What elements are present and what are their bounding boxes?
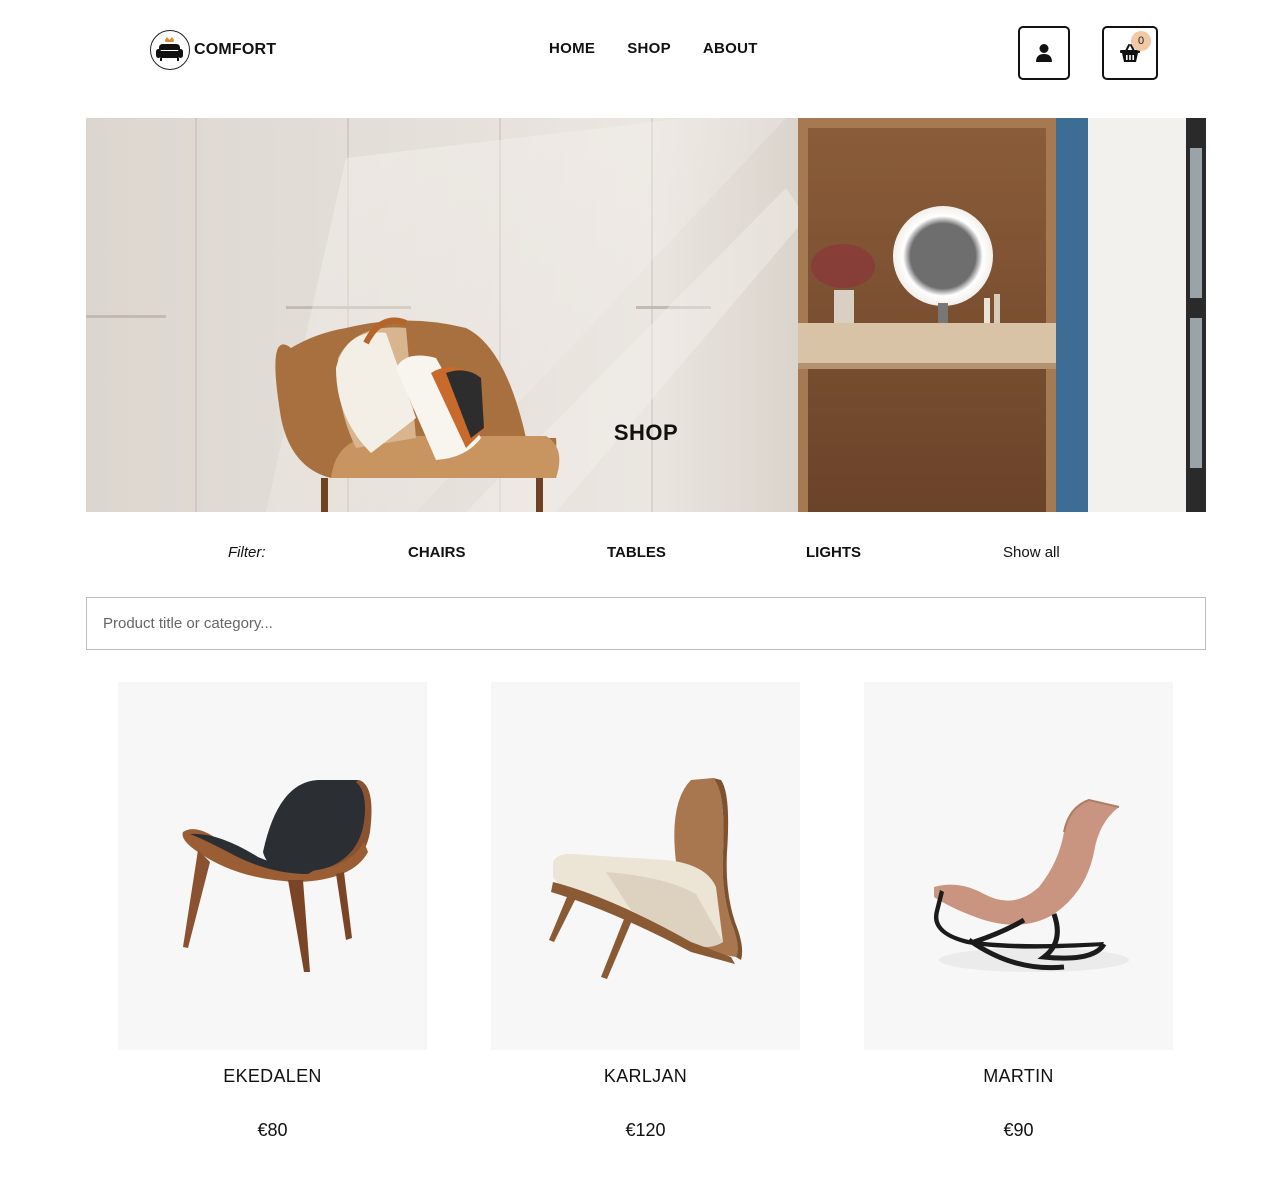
product-name[interactable]: KARLJAN — [491, 1066, 800, 1087]
main-nav: HOME SHOP ABOUT — [549, 40, 758, 57]
product-card[interactable]: EKEDALEN €80 — [118, 682, 427, 1140]
user-icon — [1036, 44, 1052, 62]
site-header: COMFORT HOME SHOP ABOUT 0 — [0, 0, 1287, 100]
nav-about[interactable]: ABOUT — [703, 40, 758, 57]
chair-image — [182, 780, 372, 972]
filter-chairs[interactable]: CHAIRS — [408, 544, 466, 561]
nav-home[interactable]: HOME — [549, 40, 595, 57]
product-name[interactable]: EKEDALEN — [118, 1066, 427, 1087]
filter-show-all[interactable]: Show all — [1003, 544, 1060, 561]
brand-name: COMFORT — [194, 41, 277, 58]
chair-image — [549, 778, 743, 979]
product-price: €120 — [625, 1120, 666, 1140]
product-name[interactable]: MARTIN — [864, 1066, 1173, 1087]
nav-shop[interactable]: SHOP — [627, 40, 671, 57]
armchair-crown-icon — [150, 30, 190, 70]
chair-image — [933, 798, 1129, 972]
product-image[interactable] — [118, 682, 427, 1050]
filter-label: Filter: — [228, 544, 266, 561]
hero-image — [86, 118, 1206, 512]
product-card[interactable]: KARLJAN €120 — [491, 682, 800, 1140]
product-image[interactable] — [491, 682, 800, 1050]
search-input[interactable] — [86, 597, 1206, 650]
product-price: €80 — [257, 1120, 288, 1140]
account-button[interactable] — [1018, 26, 1070, 80]
filter-tables[interactable]: TABLES — [607, 544, 666, 561]
logo[interactable]: COMFORT — [150, 30, 276, 70]
product-price: €90 — [1003, 1120, 1034, 1140]
cart-button[interactable]: 0 — [1102, 26, 1158, 80]
filter-lights[interactable]: LIGHTS — [806, 544, 861, 561]
hero-banner: SHOP — [86, 118, 1206, 512]
cart-count-badge: 0 — [1131, 31, 1151, 51]
product-card[interactable]: MARTIN €90 — [864, 682, 1173, 1140]
product-image[interactable] — [864, 682, 1173, 1050]
hero-title: SHOP — [613, 420, 679, 445]
filter-bar: Filter: CHAIRS TABLES LIGHTS Show all — [0, 540, 1287, 566]
